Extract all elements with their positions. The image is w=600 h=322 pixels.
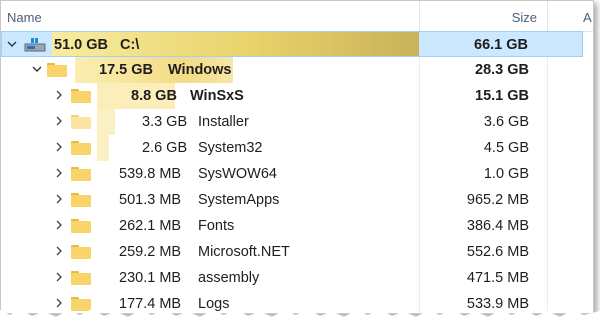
- folder-icon: [71, 141, 91, 155]
- size-bar: [97, 135, 109, 161]
- column-header: Name Size A: [1, 1, 593, 32]
- chevron-down-icon[interactable]: [31, 63, 43, 75]
- chevron-right-icon[interactable]: [53, 245, 65, 257]
- folder-name: assembly: [198, 270, 260, 286]
- folder-name: SystemApps: [198, 192, 280, 208]
- folder-size: 262.1 MB: [119, 218, 182, 234]
- folder-size: 3.3 GB: [142, 114, 188, 130]
- tree-row[interactable]: 501.3 MB SystemApps 965.2 MB: [1, 187, 583, 213]
- folder-icon: [71, 167, 91, 181]
- folder-name: Microsoft.NET: [198, 244, 290, 260]
- chevron-right-icon[interactable]: [53, 115, 65, 127]
- folder-icon: [71, 245, 91, 259]
- folder-icon: [71, 115, 91, 129]
- total-size: 1.0 GB: [483, 166, 529, 182]
- folder-size: 51.0 GB: [54, 37, 108, 53]
- folder-name: Installer: [198, 114, 249, 130]
- chevron-right-icon[interactable]: [53, 193, 65, 205]
- chevron-right-icon[interactable]: [53, 219, 65, 231]
- folder-size: 501.3 MB: [119, 192, 182, 208]
- tree-row[interactable]: 3.3 GB Installer 3.6 GB: [1, 109, 583, 135]
- drive-icon: [24, 37, 46, 53]
- chevron-right-icon[interactable]: [53, 167, 65, 179]
- folder-size: 8.8 GB: [131, 88, 177, 104]
- chevron-down-icon[interactable]: [6, 38, 18, 50]
- folder-size: 230.1 MB: [119, 270, 182, 286]
- folder-icon: [71, 193, 91, 207]
- total-size: 66.1 GB: [474, 37, 528, 53]
- tree-row[interactable]: 262.1 MB Fonts 386.4 MB: [1, 213, 583, 239]
- folder-name: Fonts: [198, 218, 235, 234]
- total-size: 28.3 GB: [475, 62, 529, 78]
- folder-name: WinSxS: [190, 88, 244, 104]
- torn-edge: [0, 309, 600, 322]
- folder-name: Windows: [168, 62, 232, 78]
- tree-row[interactable]: 17.5 GB Windows 28.3 GB: [1, 57, 583, 83]
- folder-size: 539.8 MB: [119, 166, 182, 182]
- total-size: 3.6 GB: [483, 114, 529, 130]
- tree-row[interactable]: 539.8 MB SysWOW64 1.0 GB: [1, 161, 583, 187]
- total-size: 4.5 GB: [483, 140, 529, 156]
- folder-icon: [71, 219, 91, 233]
- tree-row[interactable]: 230.1 MB assembly 471.5 MB: [1, 265, 583, 291]
- folder-size: 17.5 GB: [99, 62, 153, 78]
- extra-column-header[interactable]: A: [583, 10, 592, 25]
- chevron-right-icon[interactable]: [53, 141, 65, 153]
- tree-view-window: Name Size A 51.0 GB C:\ 66.1 GB 17.5 GB …: [0, 0, 594, 314]
- tree-row[interactable]: 259.2 MB Microsoft.NET 552.6 MB: [1, 239, 583, 265]
- total-size: 552.6 MB: [466, 244, 529, 260]
- tree-row-drive[interactable]: 51.0 GB C:\ 66.1 GB: [1, 31, 583, 57]
- size-column-header[interactable]: Size: [512, 10, 537, 25]
- column-separator[interactable]: [419, 1, 420, 31]
- name-column-header[interactable]: Name: [7, 10, 42, 25]
- chevron-right-icon[interactable]: [53, 271, 65, 283]
- folder-icon: [71, 271, 91, 285]
- column-separator[interactable]: [547, 1, 548, 31]
- size-bar: [97, 109, 115, 135]
- folder-size: 259.2 MB: [119, 244, 182, 260]
- folder-icon: [71, 89, 91, 103]
- total-size: 386.4 MB: [466, 218, 529, 234]
- folder-name: SysWOW64: [198, 166, 277, 182]
- total-size: 15.1 GB: [475, 88, 529, 104]
- folder-size: 2.6 GB: [142, 140, 188, 156]
- total-size: 965.2 MB: [466, 192, 529, 208]
- folder-icon: [47, 63, 67, 77]
- folder-name: C:\: [120, 37, 140, 53]
- chevron-right-icon[interactable]: [53, 89, 65, 101]
- tree-row[interactable]: 8.8 GB WinSxS 15.1 GB: [1, 83, 583, 109]
- tree-row[interactable]: 2.6 GB System32 4.5 GB: [1, 135, 583, 161]
- folder-name: System32: [198, 140, 263, 156]
- total-size: 471.5 MB: [466, 270, 529, 286]
